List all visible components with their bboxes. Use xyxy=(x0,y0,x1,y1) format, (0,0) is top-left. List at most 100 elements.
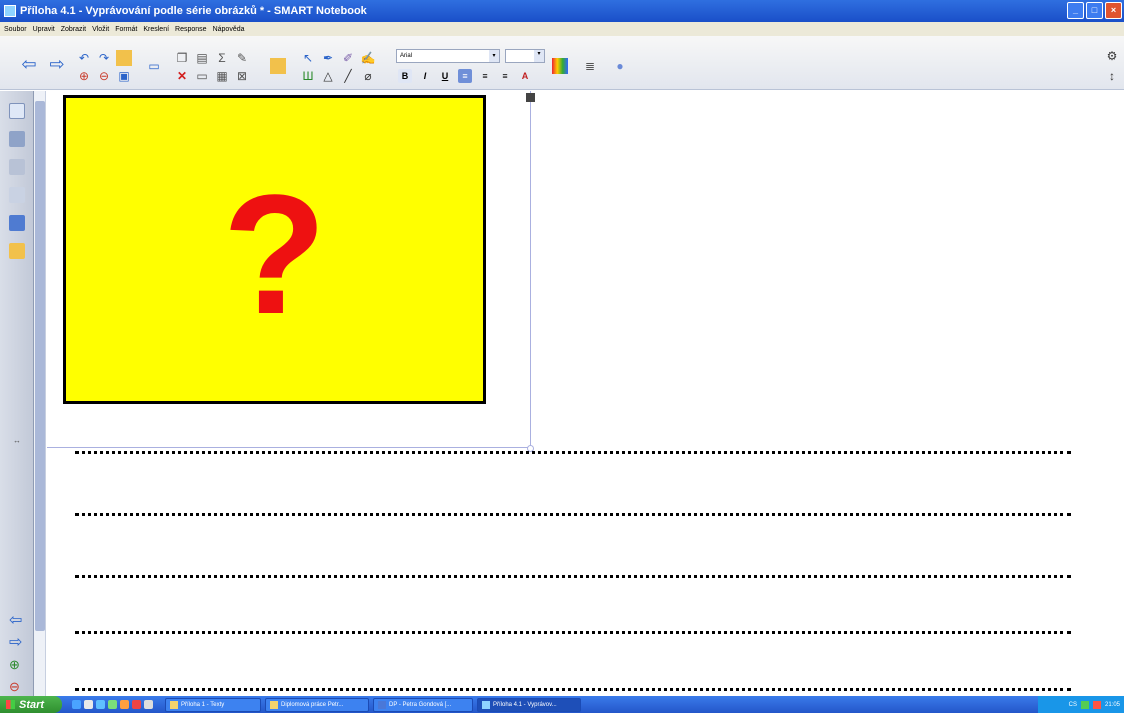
app-icon xyxy=(4,5,16,17)
italic-button[interactable]: I xyxy=(418,69,432,83)
chevron-down-icon: ▾ xyxy=(534,50,544,62)
taskbar: Start Příloha 1 - Texty Diplomová práce … xyxy=(0,696,1124,713)
taskbar-item[interactable]: Příloha 1 - Texty xyxy=(165,697,261,712)
select-icon[interactable]: ↖ xyxy=(300,50,316,66)
menu-napoveda[interactable]: Nápověda xyxy=(213,26,245,33)
delete-page-icon[interactable]: ⊖ xyxy=(9,679,25,695)
response-icon[interactable] xyxy=(9,243,25,259)
properties-icon[interactable] xyxy=(9,187,25,203)
font-select[interactable]: Arial ▾ xyxy=(396,49,500,63)
open-icon[interactable] xyxy=(116,50,132,66)
line-style-icon[interactable]: ≣ xyxy=(582,58,598,74)
browser-icon[interactable] xyxy=(72,700,81,709)
align-left-icon[interactable]: ≡ xyxy=(458,69,472,83)
dotted-writing-line xyxy=(75,688,1071,691)
network-icon[interactable] xyxy=(1080,700,1089,709)
creative-pen-icon[interactable]: ✐ xyxy=(340,50,356,66)
line-icon[interactable]: ╱ xyxy=(340,68,356,84)
forward-arrow-icon[interactable]: ⇨ xyxy=(9,635,25,651)
taskbar-item[interactable]: DP - Petra Gondová [... xyxy=(373,697,473,712)
question-mark: ? xyxy=(222,159,327,350)
vertical-scrollbar[interactable] xyxy=(34,91,46,696)
undo-icon[interactable]: ↶ xyxy=(76,50,92,66)
desktop-icon[interactable] xyxy=(84,700,93,709)
font-name: Arial xyxy=(400,53,413,59)
addons-icon[interactable] xyxy=(9,215,25,231)
dual-page-icon[interactable]: ⊠ xyxy=(234,68,250,84)
chevron-down-icon: ▾ xyxy=(489,50,499,62)
pen-icon[interactable]: ✒ xyxy=(320,50,336,66)
menu-response[interactable]: Response xyxy=(175,26,207,33)
delete-page-icon[interactable]: ⊖ xyxy=(96,68,112,84)
screen-icon[interactable]: ▭ xyxy=(146,58,162,74)
align-right-icon[interactable]: ≡ xyxy=(498,69,512,83)
underline-button[interactable]: U xyxy=(438,69,452,83)
windows-logo-icon xyxy=(6,700,15,709)
back-arrow-icon[interactable]: ⇦ xyxy=(9,613,25,629)
app-icon[interactable] xyxy=(132,700,141,709)
app-icon[interactable] xyxy=(120,700,129,709)
page-sorter-icon[interactable] xyxy=(9,103,25,119)
close-button[interactable]: × xyxy=(1105,2,1122,19)
taskbar-item[interactable]: Diplomová práce Petr... xyxy=(265,697,369,712)
sidebar: ↔ ⇦ ⇨ ⊕ ⊖ xyxy=(0,91,34,696)
color-palette-icon[interactable] xyxy=(552,58,568,74)
start-button[interactable]: Start xyxy=(0,696,62,713)
align-center-icon[interactable]: ≡ xyxy=(478,69,492,83)
capture-icon[interactable]: ✎ xyxy=(234,50,250,66)
text-style-icon[interactable]: A xyxy=(518,69,532,83)
gallery-icon[interactable] xyxy=(9,131,25,147)
font-size-select[interactable]: ▾ xyxy=(505,49,545,63)
fill-icon[interactable]: ⌀ xyxy=(360,68,376,84)
paste-icon[interactable]: ❐ xyxy=(174,50,190,66)
app-icon[interactable] xyxy=(144,700,153,709)
scrollbar-thumb[interactable] xyxy=(35,101,45,631)
menu-zobrazit[interactable]: Zobrazit xyxy=(61,26,86,33)
media-icon[interactable] xyxy=(96,700,105,709)
sigma-icon[interactable]: Σ xyxy=(214,50,230,66)
full-screen-icon[interactable]: ▦ xyxy=(214,68,230,84)
folder-icon xyxy=(170,700,178,709)
menu-upravit[interactable]: Upravit xyxy=(33,26,55,33)
add-page-icon[interactable]: ⊕ xyxy=(76,68,92,84)
move-toolbar-icon[interactable]: ↕ xyxy=(1104,68,1120,84)
menu-format[interactable]: Formát xyxy=(115,26,137,33)
add-page-icon[interactable]: ⊕ xyxy=(9,657,25,673)
delete-icon[interactable]: ✕ xyxy=(174,68,190,84)
object-menu-handle[interactable] xyxy=(526,93,535,102)
resize-handle-icon[interactable]: ↔ xyxy=(9,436,25,452)
shapes-icon[interactable]: △ xyxy=(320,68,336,84)
window-controls: _ □ × xyxy=(1067,2,1122,19)
addon-icon[interactable] xyxy=(270,58,286,74)
security-icon[interactable] xyxy=(1092,700,1101,709)
question-card[interactable]: ? xyxy=(63,95,486,404)
menu-kresleni[interactable]: Kreslení xyxy=(143,26,169,33)
app-icon[interactable] xyxy=(108,700,117,709)
menu-bar: Soubor Upravit Zobrazit Vložit Formát Kr… xyxy=(0,22,1124,36)
attachments-icon[interactable] xyxy=(9,159,25,175)
folder-icon xyxy=(270,700,278,709)
save-icon[interactable]: ▣ xyxy=(116,68,132,84)
transparency-icon[interactable]: ● xyxy=(612,58,628,74)
magic-pen-icon[interactable]: Ш xyxy=(300,68,316,84)
gear-icon[interactable]: ⚙ xyxy=(1104,48,1120,64)
maximize-button[interactable]: □ xyxy=(1086,2,1103,19)
eraser-icon[interactable]: ✍ xyxy=(360,50,376,66)
document-icon xyxy=(378,700,386,709)
redo-icon[interactable]: ↷ xyxy=(96,50,112,66)
title-bar: Příloha 4.1 - Vyprávování podle série ob… xyxy=(0,0,1124,22)
taskbar-item-active[interactable]: Příloha 4.1 - Vyprávov... xyxy=(477,697,581,712)
menu-soubor[interactable]: Soubor xyxy=(4,26,27,33)
bold-button[interactable]: B xyxy=(398,69,412,83)
screen-shade-icon[interactable]: ▭ xyxy=(194,68,210,84)
menu-vlozit[interactable]: Vložit xyxy=(92,26,109,33)
start-label: Start xyxy=(19,698,45,711)
clock[interactable]: 21:05 xyxy=(1105,702,1120,708)
minimize-button[interactable]: _ xyxy=(1067,2,1084,19)
table-icon[interactable]: ▤ xyxy=(194,50,210,66)
whiteboard-canvas[interactable]: ? xyxy=(47,91,1124,696)
back-icon[interactable]: ⇦ xyxy=(18,53,40,75)
forward-icon[interactable]: ⇨ xyxy=(46,53,68,75)
language-indicator[interactable]: CS xyxy=(1069,702,1077,708)
dotted-writing-line xyxy=(75,513,1071,516)
